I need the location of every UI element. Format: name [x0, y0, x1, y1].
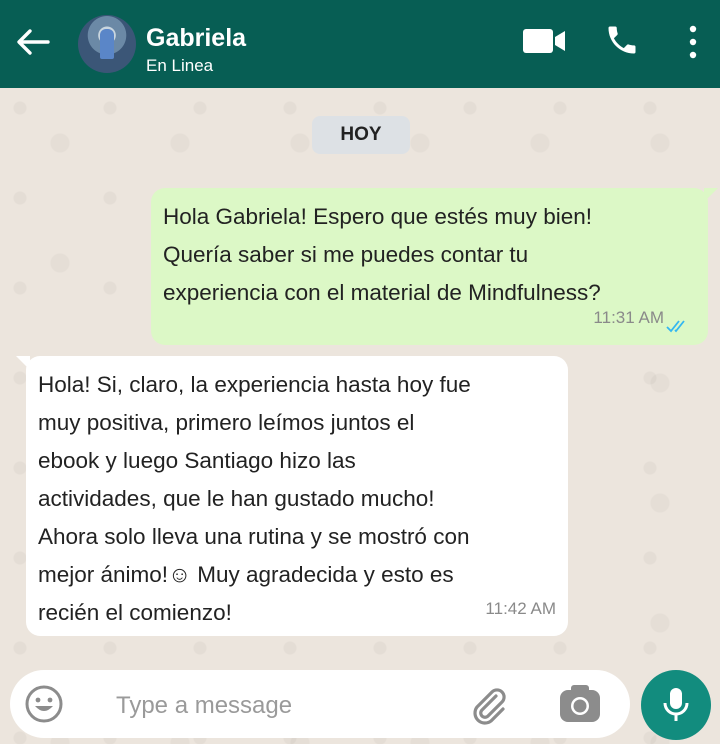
message-line: mejor ánimo!☺ Muy agradecida y esto es — [38, 562, 454, 587]
message-line: Hola Gabriela! Espero que estés muy bien… — [163, 204, 592, 229]
message-composer[interactable]: Type a message — [10, 670, 630, 738]
mic-icon — [663, 688, 689, 721]
message-line: Quería saber si me puedes contar tu — [163, 242, 529, 267]
incoming-message[interactable]: Hola! Si, claro, la experiencia hasta ho… — [16, 356, 568, 636]
chat-area[interactable]: HOY Hola Gabriela! Espero que estés muy … — [0, 88, 720, 744]
outgoing-message[interactable]: Hola Gabriela! Espero que estés muy bien… — [151, 188, 718, 345]
message-line: Ahora solo lleva una rutina y se mostró … — [38, 524, 470, 549]
contact-status: En Linea — [146, 56, 214, 75]
attach-icon[interactable] — [466, 682, 510, 726]
mic-button[interactable] — [641, 670, 711, 740]
contact-name[interactable]: Gabriela — [146, 24, 246, 53]
emoji-icon[interactable] — [24, 684, 64, 724]
read-receipt-icon — [666, 320, 685, 333]
message-line: recién el comienzo! — [38, 600, 232, 625]
message-input[interactable]: Type a message — [116, 692, 292, 720]
video-call-icon[interactable] — [522, 26, 566, 56]
message-line: Hola! Si, claro, la experiencia hasta ho… — [38, 372, 471, 397]
camera-icon[interactable] — [558, 682, 602, 726]
message-line: muy positiva, primero leímos juntos el — [38, 410, 415, 435]
chat-header: Gabriela En Linea — [0, 0, 720, 88]
back-arrow-icon[interactable] — [12, 22, 52, 62]
message-line: actividades, que le han gustado mucho! — [38, 486, 435, 511]
message-time: 11:42 AM — [485, 599, 556, 618]
message-time: 11:31 AM — [593, 308, 664, 327]
phone-icon[interactable] — [604, 22, 640, 58]
more-options-icon[interactable] — [686, 24, 700, 60]
date-divider: HOY — [312, 116, 410, 154]
avatar[interactable] — [78, 15, 136, 73]
message-line: ebook y luego Santiago hizo las — [38, 448, 356, 473]
